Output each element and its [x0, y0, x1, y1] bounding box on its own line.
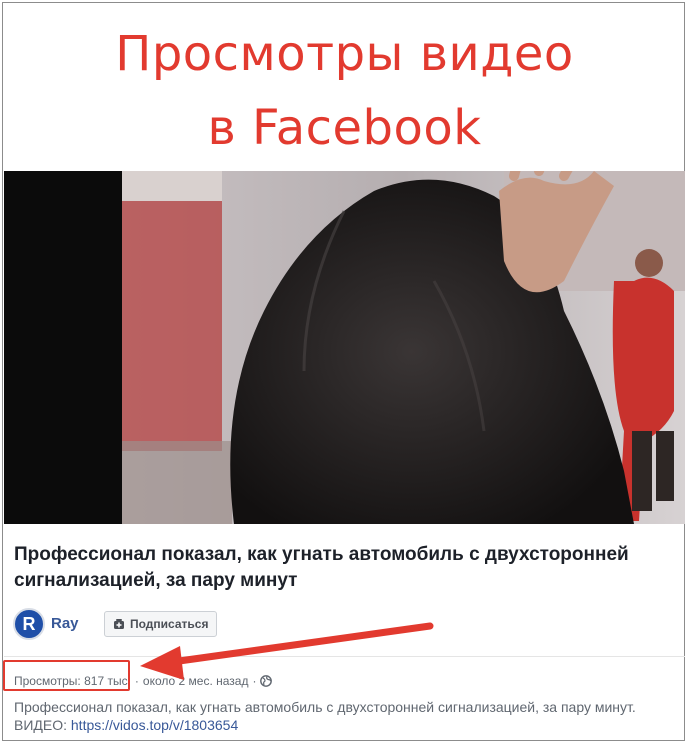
video-frame-image [4, 171, 685, 524]
views-highlight-box [3, 660, 130, 691]
avatar[interactable]: R [13, 608, 45, 640]
author-name[interactable]: Ray [51, 615, 79, 632]
subscribe-label: Подписаться [130, 617, 209, 631]
description-text: Профессионал показал, как угнать автомоб… [14, 699, 636, 715]
headline-line-1: Просмотры видео [115, 26, 574, 82]
subscribe-icon [114, 619, 124, 629]
meta-separator: · [134, 674, 139, 688]
headline-line-2: в Facebook [207, 100, 482, 156]
video-player[interactable] [4, 171, 685, 524]
post-title[interactable]: Профессионал показал, как угнать автомоб… [14, 542, 654, 594]
post-time[interactable]: около 2 мес. назад [143, 674, 249, 688]
subscribe-button[interactable]: Подписаться [104, 611, 217, 637]
video-link[interactable]: https://vidos.top/v/1803654 [71, 717, 238, 733]
divider [4, 656, 685, 657]
video-prefix: ВИДЕО: [14, 717, 67, 733]
meta-separator: · [252, 674, 257, 688]
globe-icon[interactable] [260, 675, 273, 687]
post-description: Профессионал показал, как угнать автомоб… [14, 698, 674, 734]
